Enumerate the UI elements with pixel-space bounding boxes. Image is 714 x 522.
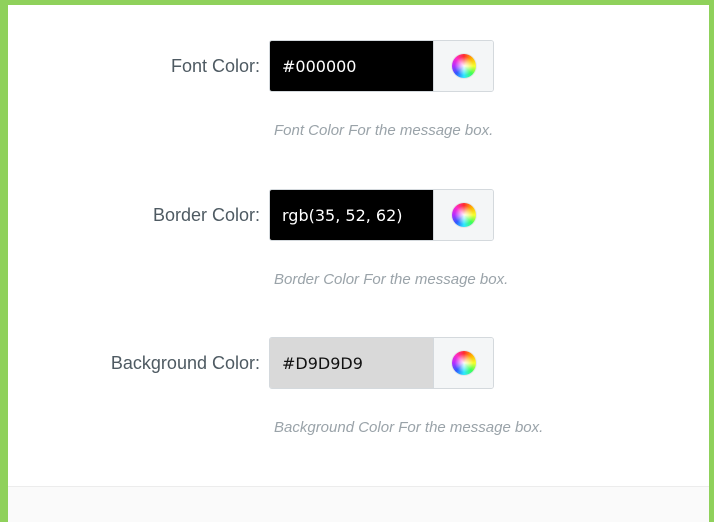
- border-color-wheel-button[interactable]: [433, 190, 493, 240]
- border-color-picker: [269, 189, 494, 241]
- panel-footer: [8, 486, 709, 522]
- background-color-wheel-button[interactable]: [433, 338, 493, 388]
- background-color-input[interactable]: [270, 338, 433, 388]
- background-color-label: Background Color:: [110, 353, 260, 373]
- font-color-picker: [269, 40, 494, 92]
- border-color-hint: Border Color For the message box.: [274, 271, 509, 288]
- font-color-label: Font Color:: [170, 56, 260, 76]
- background-color-hint: Background Color For the message box.: [274, 419, 544, 436]
- background-color-picker: [269, 337, 494, 389]
- background-color-row: Background Color: Background Color For t…: [8, 337, 709, 447]
- font-color-row: Font Color: Font Color For the message b…: [8, 40, 709, 150]
- color-wheel-icon: [451, 54, 476, 78]
- color-wheel-icon: [451, 203, 476, 227]
- border-color-label: Border Color:: [152, 205, 260, 225]
- color-wheel-icon: [451, 351, 476, 375]
- border-color-input[interactable]: [270, 190, 433, 240]
- border-color-row: Border Color: Border Color For the messa…: [8, 189, 709, 299]
- font-color-input[interactable]: [270, 41, 433, 91]
- font-color-hint: Font Color For the message box.: [274, 122, 494, 139]
- font-color-wheel-button[interactable]: [433, 41, 493, 91]
